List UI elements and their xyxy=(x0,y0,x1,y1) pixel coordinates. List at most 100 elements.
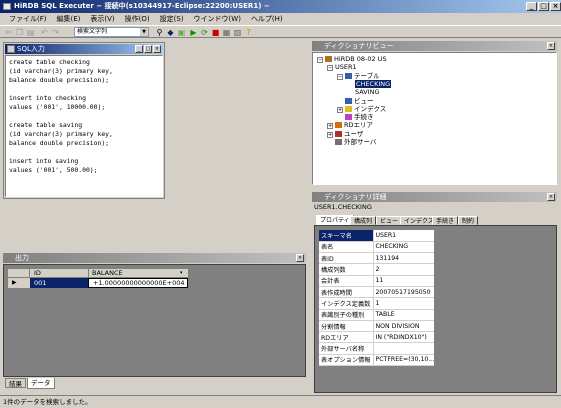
tab-result[interactable]: 結果 xyxy=(5,378,26,388)
property-row[interactable]: 表名 CHECKING xyxy=(319,241,435,254)
property-row[interactable]: 外部サーバ名称 xyxy=(319,342,435,355)
property-row[interactable]: RDエリア IN ("RDINDX10") xyxy=(319,331,435,344)
property-row[interactable]: 表ID 131194 xyxy=(319,252,435,265)
property-name: 外部サーバ名称 xyxy=(319,342,373,355)
tree-node[interactable]: + RDエリア xyxy=(327,121,374,130)
dictionary-close-button[interactable]: × xyxy=(547,42,555,50)
sql-close-button[interactable]: × xyxy=(153,45,161,53)
menu-settings[interactable]: 設定(S) xyxy=(155,13,189,25)
property-row[interactable]: 構成列数 2 xyxy=(319,263,435,276)
tree-node-label: USER1 xyxy=(335,63,357,72)
view-icon xyxy=(345,97,352,104)
collapse-icon[interactable]: − xyxy=(317,57,323,63)
menu-operation[interactable]: 操作(O) xyxy=(120,13,155,25)
output-grid: ID BALANCE ▾ ▶ 001 +1.00000000000000E+00… xyxy=(3,264,306,377)
property-row[interactable]: 分割情報 NON DIVISION xyxy=(319,320,435,333)
search-input[interactable]: 検索文字列 ▼ xyxy=(74,27,149,37)
sql-maximize-button[interactable]: □ xyxy=(144,45,152,53)
property-value: TABLE xyxy=(372,309,435,321)
menu-edit[interactable]: 編集(E) xyxy=(52,13,86,25)
cell-id[interactable]: 001 xyxy=(30,278,88,288)
property-row[interactable]: インデクス定義数 1 xyxy=(319,297,435,310)
sql-editor[interactable]: create table checking (id varchar(3) prim… xyxy=(5,55,163,197)
clear-icon[interactable]: ▧ xyxy=(233,28,242,37)
tab-data[interactable]: データ xyxy=(27,378,55,389)
row-pointer-icon: ▶ xyxy=(8,278,30,288)
sql-text[interactable]: create table checking (id varchar(3) prim… xyxy=(6,56,162,177)
tree-node[interactable]: 外部サーバ xyxy=(327,138,376,146)
detail-tab[interactable]: 制約 xyxy=(458,216,479,225)
stop-icon[interactable]: ■ xyxy=(211,28,220,37)
refresh-icon[interactable]: ⟳ xyxy=(200,28,209,37)
maximize-button[interactable]: □ xyxy=(538,2,549,11)
col-header-id[interactable]: ID xyxy=(34,269,41,277)
export-icon[interactable]: ▣ xyxy=(177,28,186,37)
undo-icon[interactable]: ↶ xyxy=(40,28,49,37)
cell-balance[interactable]: +1.00000000000000E+004 xyxy=(88,278,188,288)
menu-view[interactable]: 表示(V) xyxy=(85,13,119,25)
menu-help[interactable]: ヘルプ(H) xyxy=(246,13,288,25)
detail-close-button[interactable]: × xyxy=(547,193,555,201)
property-row[interactable]: 会計表 11 xyxy=(319,275,435,287)
paste-icon[interactable]: ▤ xyxy=(26,28,35,37)
copy-icon[interactable]: ❐ xyxy=(15,28,24,37)
tree-node-label: RDエリア xyxy=(344,121,374,130)
tree-node[interactable]: − USER1 xyxy=(327,63,357,72)
table-folder-icon xyxy=(345,72,352,79)
property-value: USER1 xyxy=(372,230,435,242)
sql-line xyxy=(9,85,159,94)
table-row[interactable]: ▶ 001 +1.00000000000000E+004 xyxy=(8,278,188,288)
sort-icon[interactable]: ▾ xyxy=(180,269,183,277)
property-value: 11 xyxy=(372,275,435,287)
help-icon[interactable]: ? xyxy=(244,28,253,37)
tree-node[interactable]: SAVING xyxy=(347,88,380,96)
property-name: スキーマ名 xyxy=(319,230,373,242)
sql-line: values ('001', 500.00); xyxy=(9,166,98,174)
tree-node[interactable]: + インデクス xyxy=(337,105,386,113)
tree-node[interactable]: ビュー xyxy=(337,97,374,105)
tree-node[interactable]: 手続き xyxy=(337,113,374,121)
menu-bar: ファイル(F) 編集(E) 表示(V) 操作(O) 設定(S) ウインドウ(W)… xyxy=(0,13,561,25)
collapse-icon[interactable]: − xyxy=(337,73,343,80)
tree-node[interactable]: + ユーザ xyxy=(327,130,363,138)
property-name: 表オプション情報 xyxy=(319,354,373,367)
expand-icon[interactable]: + xyxy=(337,106,343,113)
collapse-icon[interactable]: − xyxy=(327,65,333,72)
execute-icon[interactable]: ▶ xyxy=(189,28,198,37)
dictionary-tree: − HiRDB 08-02 US − USER1− テーブル CHECKING SAVING… xyxy=(312,52,557,185)
redo-icon[interactable]: ↷ xyxy=(51,28,60,37)
chevron-down-icon[interactable]: ▼ xyxy=(140,28,148,36)
tree-node-label: CHECKING xyxy=(355,79,392,88)
expand-icon[interactable]: + xyxy=(327,123,333,130)
minimize-button[interactable]: _ xyxy=(526,2,537,11)
tree-node[interactable]: CHECKING xyxy=(347,79,392,88)
sql-minimize-button[interactable]: _ xyxy=(135,45,143,53)
property-row[interactable]: 表作成時間 20070517195050 xyxy=(319,286,435,299)
col-header-balance[interactable]: BALANCE xyxy=(88,269,188,277)
menu-window[interactable]: ウインドウ(W) xyxy=(189,13,246,25)
close-button[interactable]: × xyxy=(550,2,561,11)
detail-tab[interactable]: ビュー xyxy=(376,216,403,225)
tree-node[interactable]: − テーブル xyxy=(337,72,380,80)
connect-icon[interactable]: ◆ xyxy=(166,28,175,37)
property-value: 20070517195050 xyxy=(372,286,435,299)
property-row[interactable]: 表識別子の種別 TABLE xyxy=(319,309,435,321)
grid-icon[interactable]: ▦ xyxy=(222,28,231,37)
output-close-button[interactable]: × xyxy=(296,254,304,262)
menu-file[interactable]: ファイル(F) xyxy=(4,13,52,25)
status-bar: 1件のデータを検索しました。 xyxy=(0,395,561,408)
tree-node-label: HiRDB 08-02 US xyxy=(334,55,387,63)
title-bar: HiRDB SQL Executer − 接続中(s10344917-Eclip… xyxy=(0,0,561,13)
property-row[interactable]: スキーマ名 USER1 xyxy=(319,230,435,242)
cut-icon[interactable]: ✂ xyxy=(4,28,13,37)
tree-node-label: ビュー xyxy=(354,96,374,105)
sql-line xyxy=(9,148,159,157)
sql-line: create table saving xyxy=(9,121,83,129)
window-title: HiRDB SQL Executer − 接続中(s10344917-Eclip… xyxy=(14,2,270,10)
detail-tab[interactable]: 手続き xyxy=(432,216,459,225)
detail-tab[interactable]: 構成列 xyxy=(350,216,377,225)
find-icon[interactable]: ⚲ xyxy=(155,28,164,37)
tree-node[interactable]: − HiRDB 08-02 US xyxy=(317,55,387,63)
expand-icon[interactable]: + xyxy=(327,131,333,138)
property-row[interactable]: 表オプション情報 PCTFREE=(30,10... xyxy=(319,354,435,367)
